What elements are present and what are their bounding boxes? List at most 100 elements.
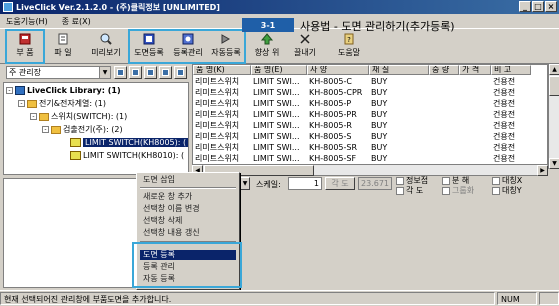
scroll-right-icon[interactable]: ▶ [537,165,548,176]
checkbox-mirror-x[interactable]: 대칭X [492,176,522,185]
tree-node[interactable]: LIMIT SWITCH(KH8010): ( [70,150,184,161]
menu-item-rename[interactable]: 선택창 이름 변경 [143,204,200,214]
table-cell: LIMIT SWI... [253,143,300,152]
col-header[interactable]: 사 양 [307,65,369,75]
collapse-icon[interactable]: - [30,113,37,120]
chevron-down-icon[interactable]: ▼ [99,67,110,78]
view-button-3[interactable] [144,66,157,79]
magnifier-icon [100,33,112,45]
tree-node[interactable]: - LiveClick Library: (1) [6,85,121,96]
view-button-5[interactable] [174,66,187,79]
checkbox-angle[interactable]: 각 도 [396,186,423,195]
status-bar: 현재 선택되어진 관리창에 부품도면을 추가합니다. NUM [0,290,559,305]
table-row[interactable]: 리미트스위치 LIMIT SWI... KH-8005-S BUY 건용전 [193,131,531,142]
file-icon [58,33,68,45]
table-row[interactable]: 리미트스위치 LIMIT SWI... KH-8005-CPR BUY 건용전 [193,87,531,98]
table-cell [459,87,491,98]
help-button[interactable]: ? 도움말 [334,33,364,61]
table-row[interactable]: 리미트스위치 LIMIT SWI... KH-8005-PR BUY 건용전 [193,109,531,120]
horizontal-scrollbar[interactable]: ◀ ▶ [192,164,548,176]
table-row[interactable]: 리미트스위치 LIMIT SWI... KH-8005-R BUY 건용전 [193,120,531,131]
highlight-menu-register [132,242,242,288]
view-button-4[interactable] [159,66,172,79]
table-cell: 리미트스위치 [195,99,240,108]
status-panel-empty [539,291,559,305]
menu-item-insert[interactable]: 도면 삽입 [143,175,175,185]
checkbox-explode[interactable]: 분 해 [442,176,469,185]
tree-node[interactable]: - 전기&전자계열: (1) [18,98,106,109]
table-row[interactable]: 리미트스위치 LIMIT SWI... KH-8005-C BUY 건용전 [193,76,531,87]
part-icon [70,151,81,160]
up-button[interactable]: 향상 위 [252,33,282,61]
checkbox-icon[interactable] [442,176,450,185]
menu-help[interactable]: 도움기능(H) [6,16,48,27]
menu-item-delete[interactable]: 선택창 삭제 [143,216,182,226]
checkbox-info[interactable]: 정보접 [396,176,428,185]
col-header[interactable]: 재 질 [369,65,429,75]
checkbox-icon[interactable] [396,186,404,195]
table-row[interactable]: 리미트스위치 LIMIT SWI... KH-8005-SR BUY 건용전 [193,142,531,153]
collapse-icon[interactable]: - [42,126,49,133]
menu-item-refresh[interactable]: 선택창 내용 갱신 [143,228,200,238]
manager-combo[interactable]: 주 관리장 ▼ [6,66,111,79]
table-row[interactable]: 리미트스위치 LIMIT SWI... KH-8005-SF BUY 건용전 [193,153,531,164]
table-cell [429,76,459,87]
table-cell: BUY [371,132,388,141]
chevron-down-icon[interactable]: ▼ [240,177,250,190]
checkbox-icon[interactable] [492,186,500,195]
tree-node[interactable]: - 검출전기(주): (2) [42,124,123,135]
checkbox-group[interactable]: 그룹화 [442,186,474,195]
table-cell: KH-8005-R [309,121,352,130]
tree-node[interactable]: LIMIT SWITCH(KH8005): ( [70,137,188,148]
col-header[interactable]: 품 명(E) [251,65,307,75]
close-button[interactable]: × [545,1,557,12]
table-cell: LIMIT SWI... [253,154,300,163]
view-button-1[interactable] [114,66,127,79]
angle-button[interactable]: 각 도 [325,177,355,190]
col-header[interactable]: 비 고 [491,65,531,75]
table-cell: 건용전 [493,143,516,152]
scale-input[interactable]: 1 [288,177,322,190]
scroll-up-icon[interactable]: ▲ [549,64,559,75]
table-cell: 건용전 [493,77,516,86]
table-cell: LIMIT SWI... [253,99,300,108]
maximize-button[interactable]: □ [532,1,544,12]
table-cell: BUY [371,121,388,130]
folder-icon [39,112,49,121]
view-button-2[interactable] [129,66,142,79]
vertical-scrollbar[interactable]: ▲ ▼ [548,64,559,169]
app-icon [3,2,13,12]
table-cell: KH-8005-SF [309,154,357,163]
table-cell [459,153,491,164]
table-row[interactable]: 리미트스위치 LIMIT SWI... KH-8005-P BUY 건용전 [193,98,531,109]
table-cell: BUY [371,77,388,86]
col-header[interactable]: 가 격 [459,65,491,75]
help-book-icon: ? [344,33,354,45]
hide-all-button[interactable]: 끌내기 [290,33,320,61]
checkbox-icon[interactable] [396,176,404,185]
col-header[interactable]: 중 량 [429,65,459,75]
library-tree: - LiveClick Library: (1) - 전기&전자계열: (1) … [3,82,189,175]
table-cell: 건용전 [493,154,516,163]
highlight-register-group [128,29,246,64]
col-header[interactable]: 품 명(K) [193,65,251,75]
table-cell: BUY [371,143,388,152]
menu-item-new-tab[interactable]: 새로운 창 추가 [143,192,192,202]
tree-node[interactable]: - 스위치(SWITCH): (1) [30,111,127,122]
collapse-icon[interactable]: - [6,87,13,94]
part-icon [70,138,81,147]
file-button[interactable]: 파 일 [48,33,78,61]
scroll-thumb[interactable] [549,76,559,96]
checkbox-mirror-y[interactable]: 대칭Y [492,186,522,195]
window-title: LiveClick Ver.2.1.2.0 - (주)클릭정보 [UNLIMIT… [16,2,220,12]
checkbox-icon[interactable] [492,176,500,185]
table-cell [429,142,459,153]
preview-button[interactable]: 미리보기 [88,33,124,61]
toolbar: 부 품 파 일 미리보기 도면등록 등록관리 자동등록 향상 위 끌내기 ? 도… [0,28,559,64]
collapse-icon[interactable]: - [18,100,25,107]
scroll-down-icon[interactable]: ▼ [549,158,559,169]
menu-exit[interactable]: 종 료(X) [62,16,91,27]
minimize-button[interactable]: _ [519,1,531,12]
svg-text:?: ? [347,36,351,44]
checkbox-icon[interactable] [442,186,450,195]
